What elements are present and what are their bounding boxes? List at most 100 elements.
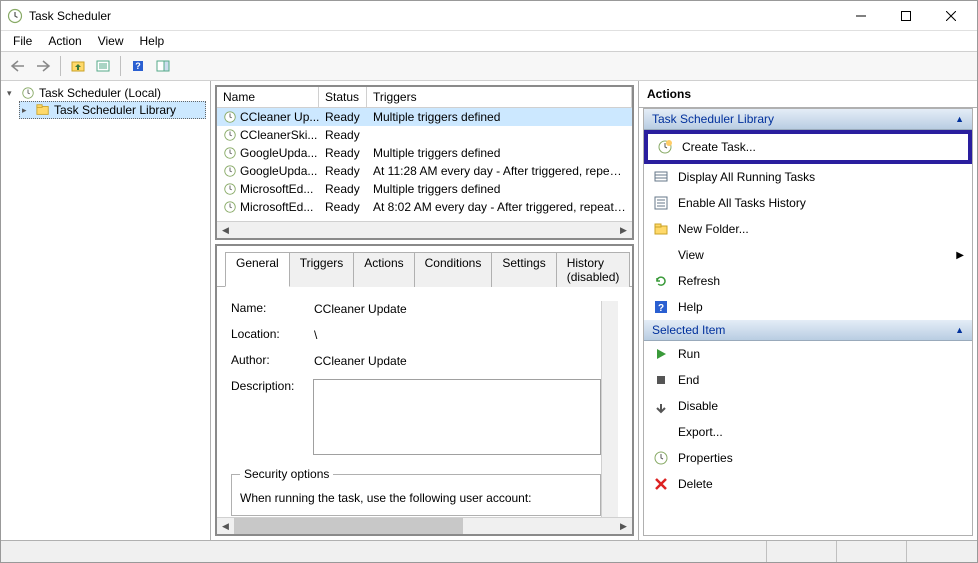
tree-root[interactable]: ▾ Task Scheduler (Local) — [5, 85, 206, 101]
action-label: Enable All Tasks History — [678, 196, 964, 210]
clock-icon — [223, 200, 237, 214]
action-properties[interactable]: Properties — [644, 445, 972, 471]
menu-file[interactable]: File — [5, 32, 40, 50]
tree-pane: ▾ Task Scheduler (Local) ▸ Task Schedule… — [1, 81, 211, 540]
collapse-icon[interactable]: ▲ — [955, 114, 964, 124]
header-status[interactable]: Status — [319, 87, 367, 107]
back-button[interactable] — [7, 55, 29, 77]
folder-icon — [36, 103, 50, 117]
tab-history-disabled-[interactable]: History (disabled) — [556, 252, 631, 287]
maximize-button[interactable] — [883, 2, 928, 30]
collapse-icon[interactable]: ▲ — [955, 325, 964, 335]
security-text: When running the task, use the following… — [240, 487, 592, 509]
tab-triggers[interactable]: Triggers — [289, 252, 355, 287]
task-row[interactable]: CCleanerSki...Ready — [217, 126, 632, 144]
action-section-selected[interactable]: Selected Item ▲ — [644, 320, 972, 341]
menu-view[interactable]: View — [90, 32, 132, 50]
tree-child-library[interactable]: ▸ Task Scheduler Library — [19, 101, 206, 119]
detail-pane: GeneralTriggersActionsConditionsSettings… — [215, 244, 634, 536]
action-create-task[interactable]: Create Task... — [648, 134, 968, 160]
task-headers: Name Status Triggers — [217, 87, 632, 108]
action-refresh[interactable]: Refresh — [644, 268, 972, 294]
task-row[interactable]: CCleaner Up...ReadyMultiple triggers def… — [217, 108, 632, 126]
separator — [120, 56, 121, 76]
action-help[interactable]: ?Help — [644, 294, 972, 320]
action-label: New Folder... — [678, 222, 964, 236]
action-view[interactable]: View▶ — [644, 242, 972, 268]
task-name: GoogleUpda... — [217, 145, 319, 161]
tab-general[interactable]: General — [225, 252, 290, 287]
properties-button[interactable] — [92, 55, 114, 77]
action-section-label: Task Scheduler Library — [652, 112, 774, 126]
vertical-scrollbar[interactable] — [601, 301, 618, 517]
header-triggers[interactable]: Triggers — [367, 87, 632, 107]
tab-settings[interactable]: Settings — [491, 252, 556, 287]
tree-expand-icon[interactable]: ▸ — [22, 105, 32, 116]
detail-hscrollbar[interactable]: ◀ ▶ — [217, 517, 632, 534]
action-label: Disable — [678, 399, 964, 413]
task-name: CCleaner Up... — [217, 109, 319, 125]
tree-child-label: Task Scheduler Library — [54, 103, 176, 117]
help-button[interactable]: ? — [127, 55, 149, 77]
tab-actions[interactable]: Actions — [353, 252, 414, 287]
window-title: Task Scheduler — [29, 9, 838, 23]
scroll-track[interactable] — [234, 518, 615, 534]
action-display-all-running-tasks[interactable]: Display All Running Tasks — [644, 164, 972, 190]
minimize-button[interactable] — [838, 2, 883, 30]
actions-list-selected: Run End Disable Export... Properties Delete — [644, 341, 972, 497]
forward-button[interactable] — [32, 55, 54, 77]
action-section-library[interactable]: Task Scheduler Library ▲ — [644, 109, 972, 130]
tab-conditions[interactable]: Conditions — [414, 252, 493, 287]
task-triggers: At 8:02 AM every day - After triggered, … — [367, 199, 632, 215]
clock-icon — [223, 164, 237, 178]
action-label: Run — [678, 347, 964, 361]
header-name[interactable]: Name — [217, 87, 319, 107]
scroll-right-icon[interactable]: ▶ — [615, 518, 632, 535]
scroll-left-icon[interactable]: ◀ — [217, 222, 234, 239]
clock-icon — [223, 128, 237, 142]
action-new-folder[interactable]: New Folder... — [644, 216, 972, 242]
actions-pane: Actions Task Scheduler Library ▲ Create … — [639, 81, 977, 540]
label-name: Name: — [231, 301, 303, 315]
task-row[interactable]: GoogleUpda...ReadyAt 11:28 AM every day … — [217, 162, 632, 180]
refresh-icon — [652, 272, 670, 290]
scroll-right-icon[interactable]: ▶ — [615, 222, 632, 239]
scroll-left-icon[interactable]: ◀ — [217, 518, 234, 535]
action-export[interactable]: Export... — [644, 419, 972, 445]
task-status: Ready — [319, 109, 367, 125]
up-button[interactable] — [67, 55, 89, 77]
task-triggers: Multiple triggers defined — [367, 145, 632, 161]
menu-action[interactable]: Action — [40, 32, 89, 50]
action-pane-button[interactable] — [152, 55, 174, 77]
task-name: MicrosoftEd... — [217, 199, 319, 215]
titlebar: Task Scheduler — [1, 1, 977, 31]
task-status: Ready — [319, 181, 367, 197]
action-run[interactable]: Run — [644, 341, 972, 367]
description-box[interactable] — [313, 379, 601, 455]
horizontal-scrollbar[interactable]: ◀ ▶ — [217, 221, 632, 238]
scroll-track[interactable] — [234, 222, 615, 238]
task-status: Ready — [319, 127, 367, 143]
task-row[interactable]: MicrosoftEd...ReadyMultiple triggers def… — [217, 180, 632, 198]
window-controls — [838, 2, 973, 30]
task-row[interactable]: MicrosoftEd...ReadyAt 8:02 AM every day … — [217, 198, 632, 216]
action-delete[interactable]: Delete — [644, 471, 972, 497]
action-end[interactable]: End — [644, 367, 972, 393]
detail-body: Name: CCleaner Update Location: \ Author… — [217, 286, 632, 517]
action-label: Properties — [678, 451, 964, 465]
close-button[interactable] — [928, 2, 973, 30]
security-options: Security options When running the task, … — [231, 467, 601, 516]
task-triggers: Multiple triggers defined — [367, 181, 632, 197]
display-icon — [652, 168, 670, 186]
export-icon — [652, 423, 670, 441]
action-disable[interactable]: Disable — [644, 393, 972, 419]
task-row[interactable]: GoogleUpda...ReadyMultiple triggers defi… — [217, 144, 632, 162]
menu-help[interactable]: Help — [132, 32, 173, 50]
task-triggers: At 11:28 AM every day - After triggered,… — [367, 163, 632, 179]
action-enable-all-tasks-history[interactable]: Enable All Tasks History — [644, 190, 972, 216]
tree-collapse-icon[interactable]: ▾ — [7, 88, 17, 99]
action-label: Help — [678, 300, 964, 314]
clock-icon — [21, 86, 35, 100]
label-author: Author: — [231, 353, 303, 367]
action-label: View — [678, 248, 948, 262]
